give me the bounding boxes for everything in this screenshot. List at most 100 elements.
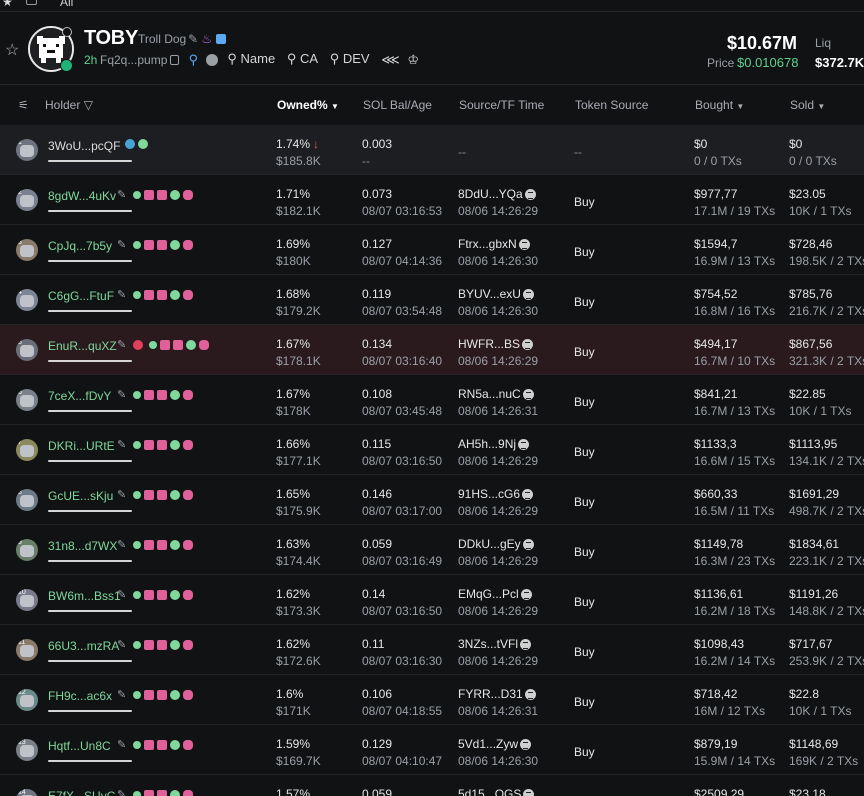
warning-icon	[133, 340, 144, 351]
col-token-source[interactable]: Token Source	[575, 98, 648, 112]
holder-share-bar	[48, 660, 132, 662]
table-row[interactable]: 12 FH9c...ac6x ✎ 1.6% $171K 0.106 08/07 …	[0, 675, 864, 725]
funding-source[interactable]: 3NZs...tVFl	[458, 637, 532, 651]
holder-address[interactable]: GcUE...sKju	[48, 489, 113, 503]
shirt-icon	[160, 340, 171, 351]
holder-address[interactable]: C6gG...FtuF	[48, 289, 114, 303]
funding-source[interactable]: FYRR...D31	[458, 687, 536, 701]
holder-address[interactable]: 66U3...mzRA	[48, 639, 119, 653]
holder-address[interactable]: FH9c...ac6x	[48, 689, 112, 703]
edit-icon[interactable]: ✎	[188, 32, 198, 46]
funding-source[interactable]: 5Vd1...Zyw	[458, 737, 532, 751]
edit-icon[interactable]: ✎	[117, 489, 126, 501]
table-row[interactable]: 1 3WoU...pcQF 1.74% ↓ $185.8K 0.003 -- --…	[0, 125, 864, 175]
table-row[interactable]: 9 31n8...d7WX ✎ 1.63% $174.4K 0.059 08/0…	[0, 525, 864, 575]
holder-address[interactable]: E7fX...SUyC	[48, 789, 115, 796]
edit-icon[interactable]: ✎	[117, 639, 126, 651]
holder-address[interactable]: EnuR...quXZ	[48, 339, 117, 353]
bought-usd: $718,42	[694, 687, 738, 701]
funding-source[interactable]: 5d15...QGS	[458, 787, 535, 796]
star-icon[interactable]: ★	[2, 0, 13, 9]
edit-icon[interactable]: ✎	[117, 389, 126, 401]
table-row[interactable]: 4 C6gG...FtuF ✎ 1.68% $179.2K 0.119 08/0…	[0, 275, 864, 325]
bought-amount: 16.8M / 16 TXs	[694, 304, 776, 318]
col-owned[interactable]: Owned% ▼	[277, 98, 339, 112]
edit-icon[interactable]: ✎	[117, 239, 126, 251]
col-bought[interactable]: Bought ▼	[695, 98, 744, 112]
edit-icon[interactable]: ✎	[117, 189, 126, 201]
table-row[interactable]: 7 DKRi...URtE ✎ 1.66% $177.1K 0.115 08/0…	[0, 425, 864, 475]
funding-time: 08/06 14:26:29	[458, 504, 539, 518]
table-row[interactable]: 2 8gdW...4uKv ✎ 1.71% $182.1K 0.073 08/0…	[0, 175, 864, 225]
holder-address[interactable]: 8gdW...4uKv	[48, 189, 116, 203]
down-arrow-icon: ↓	[313, 137, 320, 151]
bought-amount: 16.2M / 18 TXs	[694, 604, 776, 618]
edit-icon[interactable]: ✎	[117, 439, 126, 451]
funding-source[interactable]: DDkU...gEy	[458, 537, 534, 551]
filter-sliders-icon[interactable]: ⚟	[18, 98, 29, 112]
holder-address[interactable]: BW6m...Bss1	[48, 589, 121, 603]
edit-icon[interactable]: ✎	[117, 339, 126, 351]
holder-address[interactable]: DKRi...URtE	[48, 439, 115, 453]
sort-icon: ▼	[817, 102, 826, 111]
pill-icon	[183, 490, 194, 501]
funding-source[interactable]: --	[458, 145, 466, 159]
bought-usd: $1133,3	[694, 437, 737, 451]
table-row[interactable]: 6 7ceX...fDvY ✎ 1.67% $178K 0.108 08/07 …	[0, 375, 864, 425]
funding-source[interactable]: 8DdU...YQa	[458, 187, 536, 201]
search-ca-link[interactable]: ⚲ CA	[287, 51, 318, 66]
edit-icon[interactable]: ✎	[117, 739, 126, 751]
token-source: Buy	[574, 245, 595, 259]
edit-icon[interactable]: ✎	[117, 539, 126, 551]
token-address[interactable]: Fq2q...pump	[100, 53, 167, 67]
col-holder[interactable]: Holder ▽	[45, 98, 93, 112]
col-source[interactable]: Source/TF Time	[459, 98, 544, 112]
pump-link-icon[interactable]: ⚲	[189, 52, 199, 68]
table-row[interactable]: 8 GcUE...sKju ✎ 1.65% $175.9K 0.146 08/0…	[0, 475, 864, 525]
table-row[interactable]: 10 BW6m...Bss1 ✎ 1.62% $173.3K 0.14 08/0…	[0, 575, 864, 625]
holder-address[interactable]: Hqtf...Un8C	[48, 739, 111, 753]
funding-source[interactable]: HWFR...BS	[458, 337, 533, 351]
holder-address[interactable]: 7ceX...fDvY	[48, 389, 111, 403]
copy-icon[interactable]	[170, 54, 179, 65]
table-row[interactable]: 14 E7fX...SUyC ✎ 1.57% 0.059 5d15...QGS …	[0, 775, 864, 796]
holder-address[interactable]: CpJq...7b5y	[48, 239, 112, 253]
verified-icon	[215, 33, 226, 44]
pill-icon	[183, 240, 194, 251]
edit-icon[interactable]: ✎	[117, 589, 126, 601]
holder-tags: ✎	[117, 488, 196, 501]
share-icon[interactable]: ⋘	[381, 52, 400, 68]
favorite-star-icon[interactable]: ☆	[5, 40, 19, 60]
col-sol[interactable]: SOL Bal/Age	[363, 98, 432, 112]
panel-icon[interactable]	[26, 0, 37, 5]
holder-share-bar	[48, 160, 132, 162]
funding-source[interactable]: BYUV...exU	[458, 287, 534, 301]
user-icon	[170, 290, 181, 301]
crown-icon[interactable]: ♔	[407, 52, 419, 68]
sold-usd: $22.8	[789, 687, 820, 701]
funding-source[interactable]: Ftrx...gbxN	[458, 237, 530, 251]
holder-address[interactable]: 31n8...d7WX	[48, 539, 117, 553]
table-row[interactable]: 5 EnuR...quXZ ✎ 1.67% $178.1K 0.134 08/0…	[0, 325, 864, 375]
search-name-link[interactable]: ⚲ Name	[227, 51, 275, 66]
table-row[interactable]: 11 66U3...mzRA ✎ 1.62% $172.6K 0.11 08/0…	[0, 625, 864, 675]
funding-source[interactable]: EMqG...Pcl	[458, 587, 532, 601]
dex-icon[interactable]	[205, 53, 218, 66]
table-row[interactable]: 3 CpJq...7b5y ✎ 1.69% $180K 0.127 08/07 …	[0, 225, 864, 275]
sold-amount: 253.9K / 2 TXs	[789, 654, 864, 668]
filter-dropdown[interactable]: All	[60, 0, 73, 9]
sol-balance: 0.129	[362, 737, 393, 751]
holder-address[interactable]: 3WoU...pcQF	[48, 139, 120, 153]
edit-icon[interactable]: ✎	[117, 789, 126, 796]
search-dev-link[interactable]: ⚲ DEV	[330, 51, 370, 66]
table-row[interactable]: 13 Hqtf...Un8C ✎ 1.59% $169.7K 0.129 08/…	[0, 725, 864, 775]
filter-icon[interactable]: ▽	[84, 98, 93, 112]
wallet-age: 08/07 04:18:55	[362, 704, 443, 718]
funding-source[interactable]: AH5h...9Nj	[458, 437, 530, 451]
col-sold[interactable]: Sold ▼	[790, 98, 825, 112]
funding-source[interactable]: RN5a...nuC	[458, 387, 534, 401]
wallet-age: 08/07 03:16:50	[362, 454, 443, 468]
edit-icon[interactable]: ✎	[117, 289, 126, 301]
funding-source[interactable]: 91HS...cG6	[458, 487, 534, 501]
edit-icon[interactable]: ✎	[117, 689, 126, 701]
